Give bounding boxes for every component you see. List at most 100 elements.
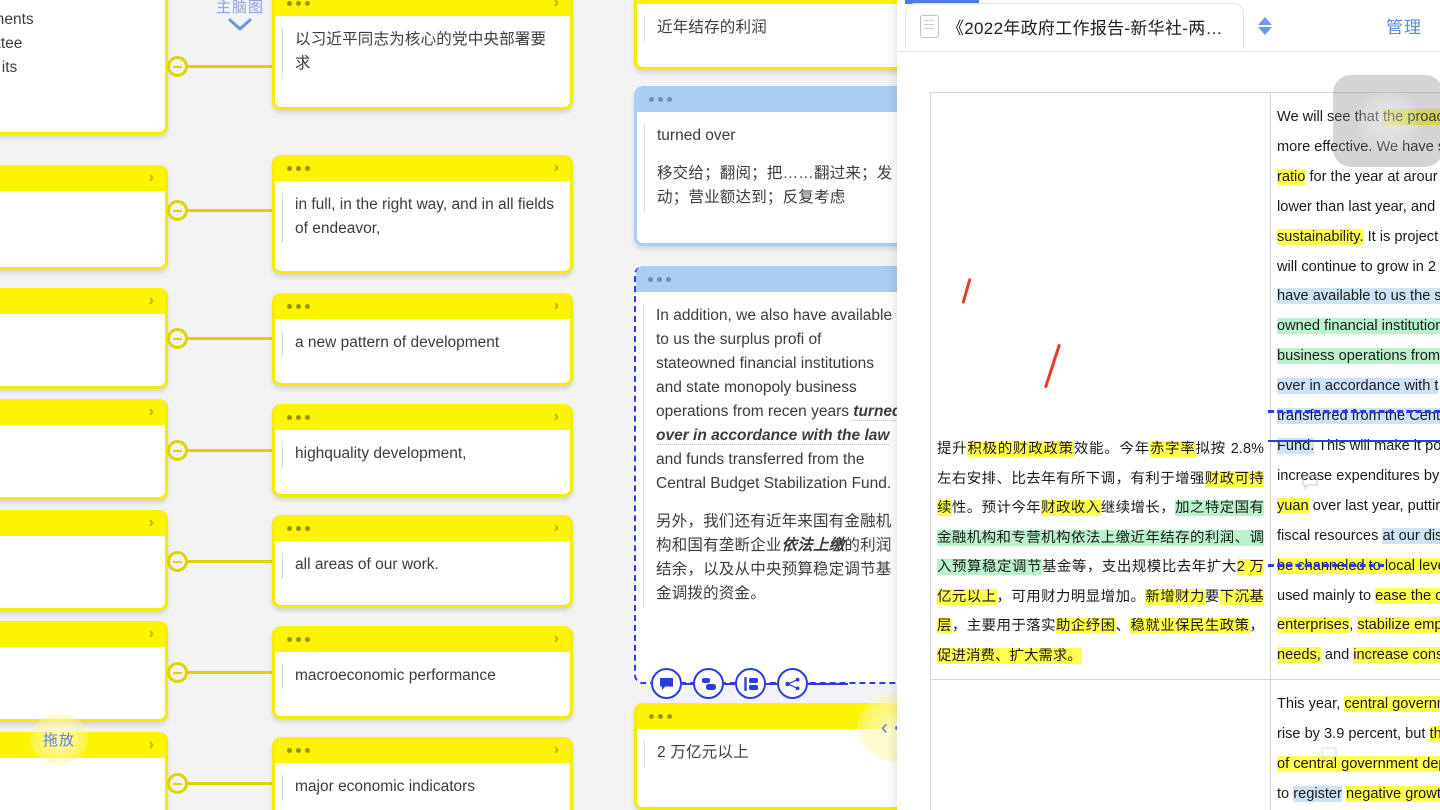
chevron-right-icon[interactable]: › bbox=[554, 520, 559, 536]
node-action-toolbar[interactable] bbox=[651, 668, 848, 699]
chevron-right-icon[interactable]: › bbox=[149, 737, 154, 753]
chevron-right-icon[interactable]: › bbox=[554, 742, 559, 758]
text-run: will continue to grow in 2 bbox=[1277, 258, 1436, 275]
node-collapse-knob[interactable] bbox=[167, 662, 188, 683]
node-collapse-knob[interactable] bbox=[167, 773, 188, 794]
manage-link[interactable]: 管理 bbox=[1386, 13, 1422, 38]
more-dots-icon[interactable] bbox=[287, 414, 310, 420]
node-header[interactable]: › bbox=[0, 621, 165, 647]
node-body: a new pattern of development bbox=[275, 319, 570, 369]
cell-chinese[interactable]: 提升积极的财政政策效能。今年赤字率拟按 2.8%左右安排、比去年有所下调，有利于… bbox=[930, 91, 1271, 681]
more-dots-icon[interactable] bbox=[287, 636, 310, 642]
mindmap-node-left-5[interactable]: › bbox=[0, 510, 168, 611]
more-dots-icon[interactable] bbox=[648, 276, 671, 282]
mindmap-node-left-3[interactable]: › bbox=[0, 288, 168, 389]
text-run: 赤字率 bbox=[1149, 440, 1196, 457]
nav-prev-icon[interactable]: ‹ bbox=[881, 716, 888, 740]
document-line: have available to us the s bbox=[1277, 282, 1440, 312]
mindmap-right-icon[interactable] bbox=[693, 668, 724, 699]
mindmap-node-right-3-selected[interactable]: In addition, we also have available to u… bbox=[634, 266, 900, 684]
document-tab[interactable]: 《2022年政府工作报告-新华社-两… bbox=[905, 2, 1244, 49]
more-dots-icon[interactable] bbox=[287, 747, 310, 753]
more-dots-icon[interactable] bbox=[287, 525, 310, 531]
mindmap-node-right-2[interactable]: turned over 移交给；翻阅；把……翻过来；发动；营业额达到；反复考虑 bbox=[634, 86, 900, 246]
chevron-right-icon[interactable]: › bbox=[149, 293, 154, 309]
chevron-right-icon[interactable]: › bbox=[554, 298, 559, 314]
drag-drop-badge[interactable]: 拖放 bbox=[30, 714, 88, 764]
red-annotation-mark bbox=[1043, 343, 1061, 388]
mindmap-bracket-icon[interactable] bbox=[735, 668, 766, 699]
document-line: Fund. This will make it po bbox=[1277, 432, 1440, 462]
document-line: transferred from the Cent bbox=[1277, 402, 1440, 432]
chevron-right-icon[interactable]: › bbox=[554, 160, 559, 176]
node-connector bbox=[186, 209, 274, 212]
node-collapse-knob[interactable] bbox=[167, 328, 188, 349]
chevron-right-icon[interactable]: › bbox=[554, 0, 559, 11]
node-header[interactable]: › bbox=[275, 626, 570, 652]
text-run: ratio bbox=[1277, 168, 1306, 185]
chevron-right-icon[interactable]: › bbox=[149, 170, 154, 186]
node-header[interactable]: › bbox=[275, 515, 570, 541]
chevron-right-icon[interactable]: › bbox=[554, 631, 559, 647]
chevron-down-icon[interactable] bbox=[196, 16, 284, 32]
text-run: 加之特定 bbox=[1175, 500, 1235, 517]
node-text: and requirementsntral CommitteeXi Jinpin… bbox=[0, 11, 34, 77]
text-run: negative growt bbox=[1345, 785, 1440, 802]
sort-desc-icon[interactable] bbox=[1257, 26, 1272, 35]
cell-english[interactable]: This year, central governm rise by 3.9 pe… bbox=[1270, 679, 1440, 810]
mindmap-node-left-4[interactable]: › bbox=[0, 399, 168, 500]
node-collapse-knob[interactable] bbox=[167, 551, 188, 572]
mindmap-node-left-6[interactable]: › bbox=[0, 621, 168, 722]
mindmap-node-left-1[interactable]: › and requirementsntral CommitteeXi Jinp… bbox=[0, 0, 168, 135]
mindmap-node-mid-6[interactable]: › macroeconomic performance bbox=[272, 626, 573, 719]
node-header[interactable]: › bbox=[275, 737, 570, 763]
more-dots-icon[interactable] bbox=[649, 713, 672, 719]
more-dots-icon[interactable] bbox=[649, 96, 672, 102]
node-header[interactable] bbox=[636, 266, 900, 292]
node-connector bbox=[186, 671, 274, 674]
comment-icon[interactable] bbox=[651, 668, 682, 699]
document-tabbar[interactable]: 《2022年政府工作报告-新华社-两… 管理 bbox=[897, 0, 1440, 52]
node-header[interactable]: › bbox=[275, 155, 570, 181]
node-collapse-knob[interactable] bbox=[167, 56, 188, 77]
mindmap-node-right-1[interactable]: › 近年结存的利润 bbox=[634, 0, 900, 70]
cell-chinese[interactable]: 今年安排中央本级支出增长 3.9%，其中中央部门支出继续负增长。中央对地方转移支… bbox=[930, 277, 1271, 810]
mindmap-node-mid-1[interactable]: › 以习近平同志为核心的党中央部署要求 bbox=[272, 0, 573, 110]
node-header[interactable]: › bbox=[275, 293, 570, 319]
chevron-right-icon[interactable]: › bbox=[149, 626, 154, 642]
text-run: 促进消费、扩大需求。 bbox=[937, 647, 1082, 664]
sort-asc-icon[interactable] bbox=[1257, 16, 1272, 25]
share-node-icon[interactable] bbox=[777, 668, 808, 699]
node-collapse-knob[interactable] bbox=[167, 440, 188, 461]
node-header[interactable]: › bbox=[0, 510, 165, 536]
node-text-en: In addition, we also have available to u… bbox=[656, 307, 900, 493]
node-text: major economic indicators bbox=[295, 778, 476, 795]
node-header[interactable]: › bbox=[275, 0, 570, 16]
node-header[interactable] bbox=[637, 86, 900, 112]
document-line: needs, and increase cons bbox=[1277, 641, 1440, 671]
text-run: fiscal resources bbox=[1277, 527, 1383, 544]
mindmap-node-mid-2[interactable]: › in full, in the right way, and in all … bbox=[272, 155, 573, 274]
mindmap-node-mid-4[interactable]: › highquality development, bbox=[272, 404, 573, 497]
node-collapse-knob[interactable] bbox=[167, 200, 188, 221]
more-dots-icon[interactable] bbox=[287, 165, 310, 171]
node-header[interactable]: › bbox=[275, 404, 570, 430]
mindmap-node-mid-3[interactable]: › a new pattern of development bbox=[272, 293, 573, 386]
chevron-right-icon[interactable]: › bbox=[149, 404, 154, 420]
chevron-right-icon[interactable]: › bbox=[554, 409, 559, 425]
node-header[interactable]: › bbox=[0, 399, 165, 425]
comment-marker-icon[interactable] bbox=[1321, 747, 1337, 762]
annotation-dashed-underline bbox=[1268, 410, 1440, 413]
chevron-right-icon[interactable]: › bbox=[149, 515, 154, 531]
sort-updown-icon[interactable] bbox=[1257, 16, 1272, 35]
mindmap-node-mid-5[interactable]: › all areas of our work. bbox=[272, 515, 573, 608]
cell-english[interactable]: We will see that the proac more effective… bbox=[1270, 91, 1440, 681]
more-dots-icon[interactable] bbox=[287, 0, 310, 6]
mindmap-node-mid-7[interactable]: › major economic indicators bbox=[272, 737, 573, 810]
node-header[interactable]: › bbox=[0, 165, 165, 191]
mindmap-node-left-2[interactable]: › 全面贯彻 bbox=[0, 165, 168, 270]
more-dots-icon[interactable] bbox=[287, 303, 310, 309]
mindmap-canvas[interactable]: 主脑图 › and requirementsntral CommitteeXi … bbox=[0, 0, 900, 810]
comment-marker-icon[interactable] bbox=[1302, 475, 1318, 490]
node-header[interactable]: › bbox=[0, 288, 165, 314]
